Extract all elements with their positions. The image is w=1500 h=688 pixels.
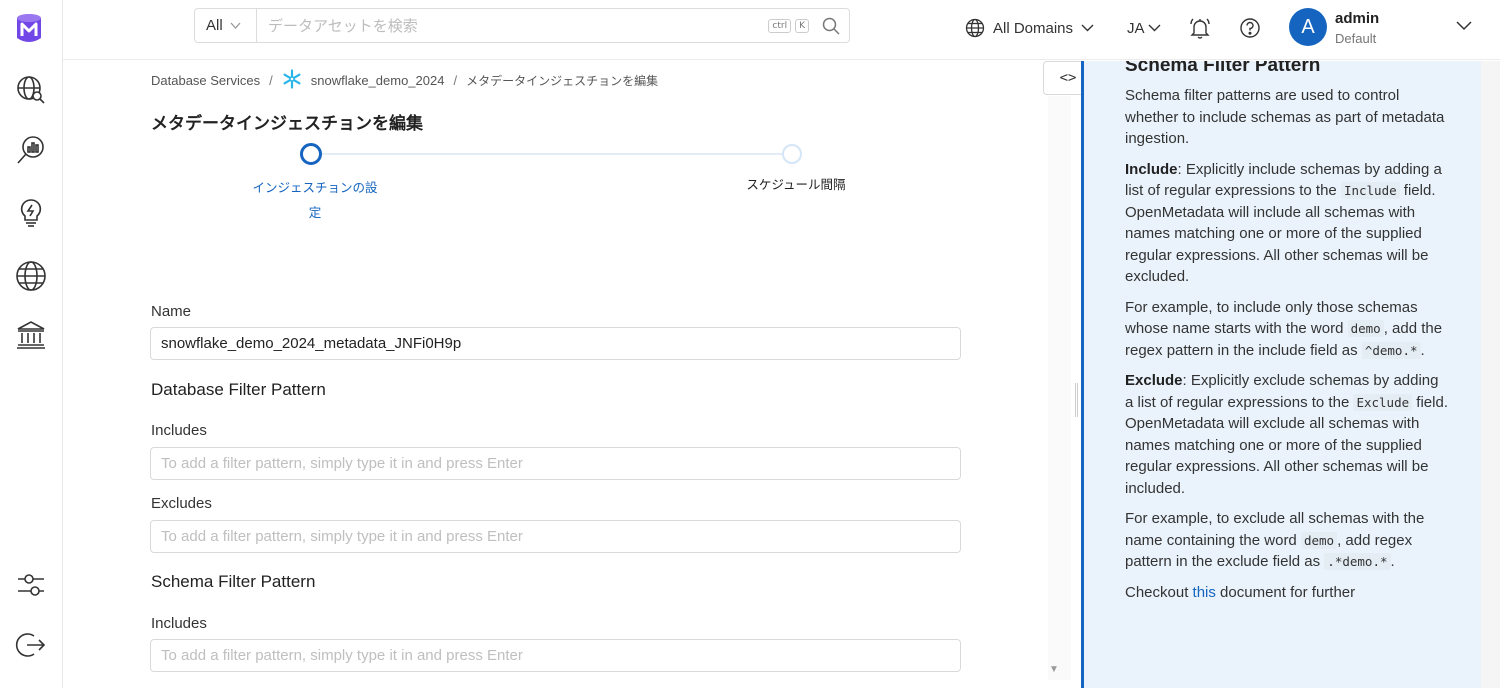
- avatar[interactable]: A: [1289, 8, 1327, 46]
- checkout-text-a: Checkout: [1125, 583, 1193, 601]
- governance-icon[interactable]: [14, 318, 48, 352]
- global-search: All ctrl K: [194, 8, 850, 43]
- help-panel-content: Schema Filter Pattern Schema filter patt…: [1125, 61, 1450, 612]
- page-title: メタデータインジェスチョンを編集: [151, 114, 423, 134]
- language-dropdown[interactable]: JA: [1127, 0, 1161, 56]
- name-label: Name: [151, 303, 192, 320]
- exclude-example-code2: .*demo.*: [1324, 553, 1391, 570]
- help-panel-scrollbar[interactable]: [1481, 61, 1500, 688]
- checkout-link[interactable]: this: [1193, 584, 1216, 601]
- search-input[interactable]: [257, 9, 769, 42]
- stepper-line: [320, 153, 784, 155]
- domains-label: All Domains: [993, 19, 1074, 37]
- settings-icon[interactable]: [14, 568, 48, 602]
- help-exclude-example: For example, to exclude all schemas with…: [1125, 508, 1450, 573]
- schema-includes-label: Includes: [151, 615, 207, 632]
- domains-icon[interactable]: [14, 259, 48, 293]
- search-scope-label: All: [206, 17, 223, 34]
- db-includes-label: Includes: [151, 422, 207, 439]
- language-label: JA: [1127, 19, 1145, 37]
- app-root: All ctrl K All Domains JA: [0, 0, 1500, 688]
- breadcrumb-separator: /: [453, 72, 458, 88]
- schema-includes-input[interactable]: [150, 639, 961, 672]
- left-nav-rail: [0, 0, 63, 688]
- checkout-text-b: document for further: [1215, 583, 1356, 601]
- help-panel-heading: Schema Filter Pattern: [1125, 61, 1321, 75]
- shortcut-k-key: K: [795, 18, 809, 33]
- step-2-indicator[interactable]: [782, 144, 802, 164]
- domains-dropdown[interactable]: All Domains: [965, 0, 1094, 56]
- bell-icon[interactable]: [1189, 0, 1211, 56]
- chevron-down-icon[interactable]: [1456, 18, 1472, 36]
- chevron-down-icon: [1148, 24, 1161, 32]
- step-1-indicator[interactable]: [300, 143, 322, 165]
- chevron-down-icon: [1081, 24, 1094, 32]
- snowflake-icon: [282, 68, 302, 92]
- include-term: Include: [1125, 160, 1178, 178]
- database-filter-title: Database Filter Pattern: [151, 380, 326, 399]
- breadcrumb-service-link[interactable]: snowflake_demo_2024: [311, 73, 445, 88]
- globe-icon: [965, 18, 985, 38]
- user-name[interactable]: admin: [1335, 10, 1379, 27]
- help-intro: Schema filter patterns are used to contr…: [1125, 87, 1445, 147]
- search-scope-select[interactable]: All: [195, 9, 257, 42]
- logout-icon[interactable]: [14, 628, 48, 662]
- step-1-label[interactable]: インジェスチョンの設定: [249, 175, 381, 225]
- exclude-example-code1: demo: [1300, 531, 1338, 549]
- logo-icon[interactable]: [14, 12, 46, 44]
- help-checkout: Checkout this document for further: [1125, 582, 1450, 604]
- help-include-paragraph: Include: Explicitly include schemas by a…: [1125, 159, 1450, 288]
- help-panel: Schema Filter Pattern Schema filter patt…: [1081, 61, 1481, 688]
- panel-divider: [1048, 96, 1071, 680]
- exclude-term: Exclude: [1125, 372, 1183, 389]
- top-bar: All ctrl K All Domains JA: [63, 0, 1500, 60]
- help-icon[interactable]: [1239, 0, 1261, 56]
- search-icon[interactable]: [813, 17, 849, 35]
- schema-filter-title: Schema Filter Pattern: [151, 572, 316, 591]
- shortcut-ctrl-key: ctrl: [768, 18, 792, 33]
- db-excludes-label: Excludes: [151, 495, 212, 512]
- step-2-label[interactable]: スケジュール間隔: [736, 175, 856, 195]
- breadcrumb: Database Services / snowflake_demo_2024 …: [151, 68, 659, 92]
- exclude-code: Exclude: [1353, 393, 1413, 411]
- include-example-code1: demo: [1347, 320, 1384, 337]
- explore-icon[interactable]: [14, 73, 48, 107]
- include-example-c: .: [1420, 341, 1425, 359]
- resize-handle[interactable]: [1075, 383, 1078, 417]
- db-includes-input[interactable]: [150, 447, 961, 480]
- name-field[interactable]: [150, 327, 961, 360]
- help-exclude-paragraph: Exclude: Explicitly exclude schemas by a…: [1125, 370, 1450, 499]
- user-role: Default: [1335, 31, 1377, 46]
- breadcrumb-separator: /: [269, 72, 273, 88]
- breadcrumb-current: メタデータインジェスチョンを編集: [466, 73, 659, 88]
- chevron-down-icon: [230, 22, 241, 29]
- scroll-down-arrow[interactable]: ▼: [1049, 664, 1059, 675]
- help-include-example: For example, to include only those schem…: [1125, 297, 1450, 362]
- include-code: Include: [1340, 182, 1400, 199]
- exclude-example-c: .: [1390, 553, 1395, 570]
- include-example-code2: ^demo.*: [1361, 341, 1421, 359]
- data-quality-icon[interactable]: [14, 133, 48, 167]
- breadcrumb-root-link[interactable]: Database Services: [151, 73, 260, 88]
- db-excludes-input[interactable]: [150, 520, 961, 553]
- insights-icon[interactable]: [14, 196, 48, 230]
